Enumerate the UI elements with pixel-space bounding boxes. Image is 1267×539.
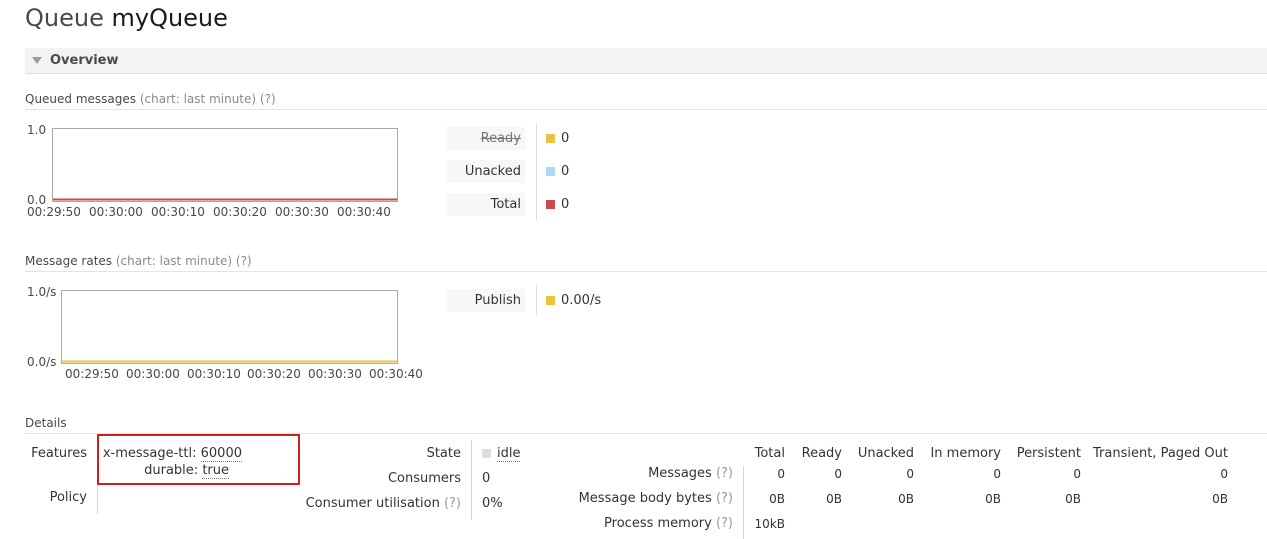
page-title: Queue myQueue <box>25 4 228 32</box>
consumer-utilisation-label: Consumer utilisation (?) <box>306 496 461 511</box>
queued-messages-plot <box>53 198 397 201</box>
message-rates-title: Message rates <box>25 254 113 268</box>
help-icon[interactable]: (?) <box>236 254 252 268</box>
message-body-bytes-row-label: Message body bytes (?) <box>579 491 733 506</box>
messages-total: 0 <box>777 467 785 481</box>
messages-ready: 0 <box>834 467 842 481</box>
process-memory-row-label: Process memory (?) <box>604 516 733 531</box>
body-bytes-total: 0B <box>769 492 785 506</box>
section-divider <box>25 109 1267 110</box>
messages-transient: 0 <box>1220 467 1228 481</box>
state-label: State <box>426 446 461 461</box>
queued-messages-heading: Queued messages (chart: last minute) (?) <box>25 92 276 106</box>
messages-label-text: Messages <box>648 466 712 481</box>
policy-label: Policy <box>49 490 87 505</box>
consumer-utilisation-text: Consumer utilisation <box>305 496 440 511</box>
legend-divider <box>536 285 537 315</box>
process-memory-label-text: Process memory <box>604 516 712 531</box>
help-icon[interactable]: (?) <box>716 466 733 481</box>
message-rates-subtitle[interactable]: (chart: last minute) <box>116 254 232 268</box>
consumers-label: Consumers <box>387 471 461 486</box>
queued-messages-chart <box>52 128 398 202</box>
column-header-total: Total <box>754 446 785 461</box>
body-bytes-ready: 0B <box>826 492 842 506</box>
state-value[interactable]: idle <box>497 446 521 462</box>
help-icon[interactable]: (?) <box>260 92 276 106</box>
y-axis-bottom-label: 0.0/s <box>27 355 57 369</box>
column-header-persistent: Persistent <box>1016 446 1081 461</box>
features-highlight-box <box>97 434 300 485</box>
body-bytes-persistent: 0B <box>1065 492 1081 506</box>
x-axis-tick: 00:30:00 <box>126 367 180 381</box>
column-header-unacked: Unacked <box>857 446 914 461</box>
state-indicator-icon <box>482 449 491 458</box>
ready-color-swatch <box>546 134 555 143</box>
overview-label[interactable]: Overview <box>50 53 119 68</box>
overview-section-toggle[interactable] <box>25 48 1267 74</box>
body-bytes-in-memory: 0B <box>985 492 1001 506</box>
message-rates-plot <box>62 360 397 363</box>
unacked-value: 0 <box>561 164 570 179</box>
messages-row-label: Messages (?) <box>648 466 733 481</box>
queued-messages-subtitle[interactable]: (chart: last minute) <box>140 92 256 106</box>
x-axis-tick: 00:30:20 <box>213 205 267 219</box>
legend-unacked-toggle[interactable]: Unacked <box>446 160 525 183</box>
x-axis-tick: 00:29:50 <box>65 367 119 381</box>
column-header-ready: Ready <box>801 446 842 461</box>
y-axis-top-label: 1.0 <box>27 123 47 137</box>
page-title-prefix: Queue <box>25 4 104 32</box>
unacked-color-swatch <box>546 167 555 176</box>
queued-messages-title: Queued messages <box>25 92 137 106</box>
message-rates-chart <box>61 290 398 364</box>
ready-value: 0 <box>561 131 570 146</box>
queue-name: myQueue <box>111 4 228 32</box>
details-heading: Details <box>25 416 67 430</box>
help-icon[interactable]: (?) <box>716 516 733 531</box>
message-rates-heading: Message rates (chart: last minute) (?) <box>25 254 252 268</box>
messages-in-memory: 0 <box>993 467 1001 481</box>
help-icon[interactable]: (?) <box>444 496 461 511</box>
total-value: 0 <box>561 197 570 212</box>
x-axis-tick: 00:30:30 <box>308 367 362 381</box>
x-axis-tick: 00:30:10 <box>151 205 205 219</box>
features-label: Features <box>31 446 87 461</box>
stats-divider <box>743 466 744 539</box>
legend-divider <box>536 124 537 220</box>
x-axis-tick: 00:29:50 <box>27 205 81 219</box>
legend-total-toggle[interactable]: Total <box>446 193 525 216</box>
messages-persistent: 0 <box>1073 467 1081 481</box>
y-axis-top-label: 1.0/s <box>27 285 57 299</box>
message-body-bytes-label-text: Message body bytes <box>578 491 712 506</box>
state-divider <box>471 440 472 520</box>
legend-ready-toggle[interactable]: Ready <box>446 127 525 150</box>
publish-color-swatch <box>546 296 555 305</box>
column-header-transient: Transient, Paged Out <box>1093 446 1228 461</box>
column-header-in-memory: In memory <box>930 446 1001 461</box>
help-icon[interactable]: (?) <box>716 491 733 506</box>
consumer-utilisation-value: 0% <box>482 496 503 511</box>
legend-publish-toggle[interactable]: Publish <box>446 289 525 312</box>
x-axis-tick: 00:30:30 <box>275 205 329 219</box>
consumers-value: 0 <box>482 471 491 486</box>
messages-unacked: 0 <box>906 467 914 481</box>
total-color-swatch <box>546 200 555 209</box>
body-bytes-unacked: 0B <box>898 492 914 506</box>
x-axis-tick: 00:30:10 <box>187 367 241 381</box>
state-value-text[interactable]: idle <box>497 446 521 462</box>
x-axis-tick: 00:30:40 <box>337 205 391 219</box>
body-bytes-transient: 0B <box>1212 492 1228 506</box>
x-axis-tick: 00:30:00 <box>89 205 143 219</box>
section-divider <box>25 271 1267 272</box>
publish-rate-value: 0.00/s <box>561 293 602 308</box>
process-memory-total: 10kB <box>754 517 785 531</box>
x-axis-tick: 00:30:40 <box>369 367 423 381</box>
x-axis-tick: 00:30:20 <box>247 367 301 381</box>
collapse-triangle-icon[interactable] <box>32 57 42 64</box>
